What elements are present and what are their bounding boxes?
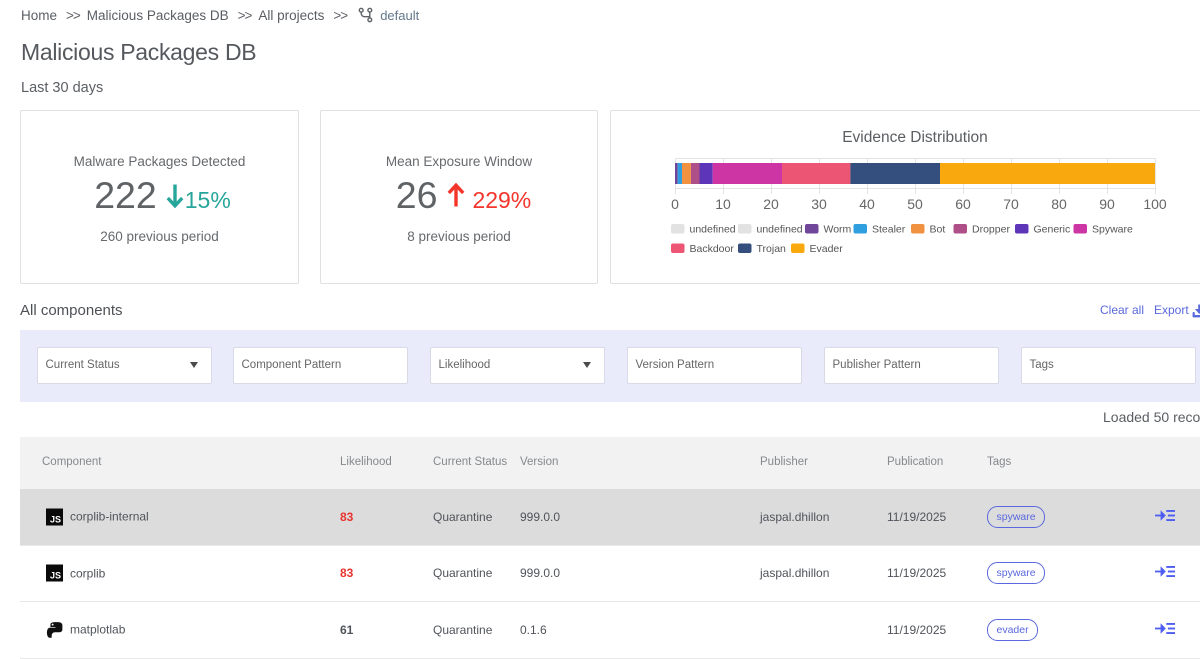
svg-text:30: 30 [811, 196, 827, 212]
svg-text:Dropper: Dropper [972, 224, 1010, 236]
svg-text:20: 20 [763, 196, 779, 212]
svg-text:Spyware: Spyware [1092, 224, 1133, 236]
svg-text:Trojan: Trojan [757, 243, 787, 255]
svg-text:0: 0 [671, 196, 679, 212]
svg-text:Evader: Evader [810, 243, 844, 255]
svg-text:Worm: Worm [824, 224, 852, 236]
svg-text:Generic: Generic [1034, 224, 1071, 236]
svg-text:Stealer: Stealer [872, 224, 906, 236]
svg-text:Bot: Bot [930, 224, 946, 236]
svg-text:undefined: undefined [690, 224, 736, 236]
svg-text:80: 80 [1051, 196, 1067, 212]
svg-text:90: 90 [1099, 196, 1115, 212]
svg-text:50: 50 [907, 196, 923, 212]
svg-text:60: 60 [955, 196, 971, 212]
svg-text:10: 10 [715, 196, 731, 212]
svg-text:undefined: undefined [757, 224, 803, 236]
svg-text:40: 40 [859, 196, 875, 212]
svg-text:Backdoor: Backdoor [690, 243, 735, 255]
svg-text:70: 70 [1003, 196, 1019, 212]
svg-text:100: 100 [1143, 196, 1167, 212]
svg-text:Evidence Distribution: Evidence Distribution [842, 129, 988, 146]
